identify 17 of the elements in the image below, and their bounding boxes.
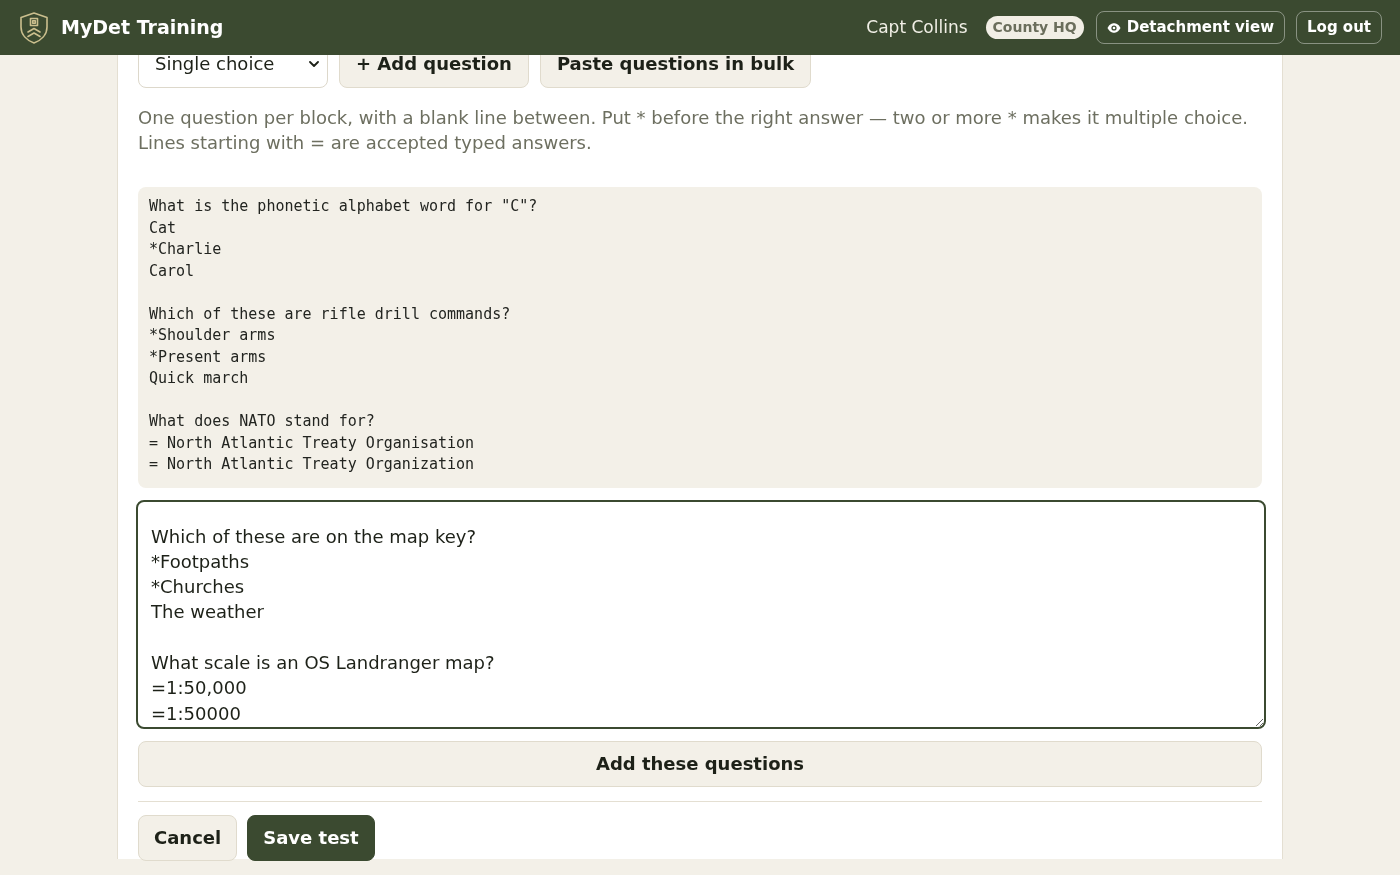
- questions-input-field[interactable]: Which of these are on the map key? *Footpaths *Churches The weather What scale is an OS Landranger map? =1:50,000 =1:50000: [136, 499, 1266, 729]
- save-test-button[interactable]: Save test: [247, 814, 375, 861]
- add-question-button[interactable]: + Add question: [339, 55, 529, 88]
- user-name: Capt Collins: [866, 15, 968, 39]
- example-text: What is the phonetic alphabet word for "C"? Cat *Charlie Carol Which of these are rifle drill commands? *Shoulder arms *Present arms Quick march What does NATO stand for? = North Atlantic Treaty Organisation = North Atlantic Treaty Organization: [138, 187, 1262, 488]
- cancel-button[interactable]: Cancel: [138, 814, 238, 861]
- detachment-view-button[interactable]: Detachment view: [1095, 11, 1285, 44]
- unit-badge: County HQ: [985, 16, 1084, 39]
- add-these-questions-button[interactable]: Add these questions: [138, 740, 1262, 787]
- help-text: One question per block, with a blank line between. Put * before the right answer — two or more * makes it multiple choice. Lines starting with = are accepted typed answers.: [138, 106, 1249, 155]
- question-type-select[interactable]: Single choice: [138, 55, 328, 88]
- app-title: MyDet Training: [61, 15, 224, 41]
- shield-logo-icon: [20, 11, 48, 44]
- paste-bulk-button[interactable]: Paste questions in bulk: [539, 55, 812, 88]
- log-out-button[interactable]: Log out: [1296, 11, 1382, 44]
- chevron-down-icon: [309, 60, 319, 67]
- eye-icon: [1106, 22, 1121, 33]
